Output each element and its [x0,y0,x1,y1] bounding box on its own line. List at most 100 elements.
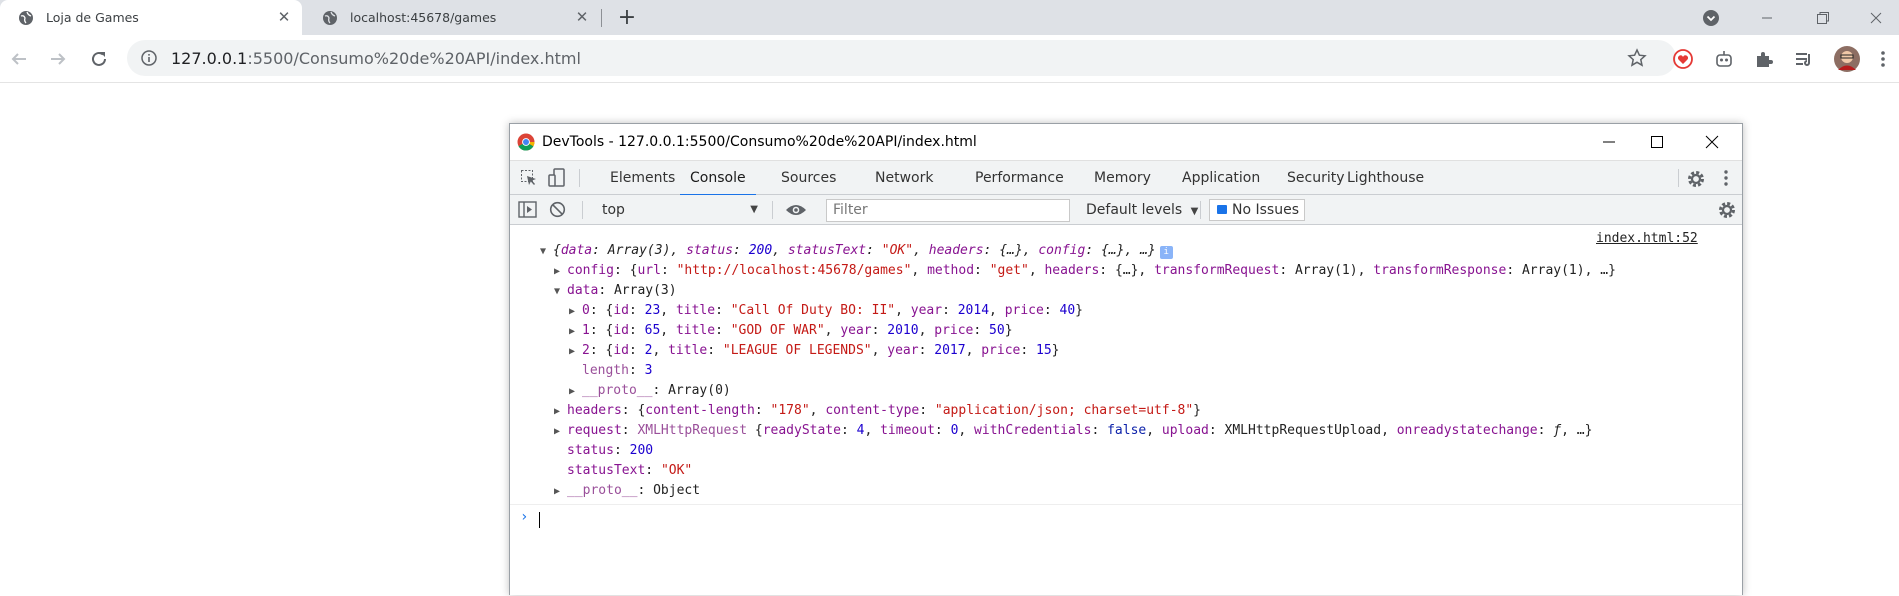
forward-arrow-icon[interactable] [46,47,70,71]
tab-separator [601,9,602,27]
expanded-triangle-icon[interactable]: ▼ [540,242,553,262]
address-bar[interactable]: 127.0.0.1:5500/Consumo%20de%20API/index.… [127,40,1676,76]
collapsed-triangle-icon[interactable]: ▶ [554,262,567,282]
tab-application[interactable]: Application [1182,161,1260,195]
close-tab-icon[interactable]: ✕ [276,9,292,25]
tab-console[interactable]: Console [680,161,756,196]
data-item-row[interactable]: ▶ 0: {id: 23, title: "Call Of Duty BO: II… [569,301,1083,321]
expanded-triangle-icon[interactable]: ▼ [554,282,567,302]
tab-security[interactable]: Security [1287,161,1345,195]
tab-elements[interactable]: Elements [610,161,675,195]
menu-kebab-icon[interactable] [1871,47,1895,71]
tab-network[interactable]: Network [875,161,933,195]
console-settings-gear-icon[interactable] [1717,200,1737,220]
restore-icon[interactable] [1800,0,1846,35]
sidebar-toggle-icon[interactable] [518,201,537,218]
dropdown-triangle-icon: ▼ [1190,206,1199,217]
info-icon[interactable] [141,50,157,66]
collapsed-triangle-icon[interactable]: ▶ [554,402,567,422]
url-path: :5500/Consumo%20de%20API/index.html [247,49,581,68]
issues-button[interactable]: No Issues [1209,199,1305,221]
url-host: 127.0.0.1 [171,49,248,68]
collapsed-triangle-icon[interactable]: ▶ [569,322,582,342]
data-item-row[interactable]: ▶ 2: {id: 2, title: "LEAGUE OF LEGENDS", … [569,341,1060,361]
profile-avatar[interactable] [1832,44,1862,74]
config-row[interactable]: ▶ config: {url: "http://localhost:45678/g… [554,261,1616,281]
log-levels-label: Default levels [1086,202,1183,218]
collapsed-triangle-icon[interactable]: ▶ [554,482,567,502]
console-output: index.html:52 ▼ {data: Array(3), status: … [510,225,1742,596]
browser-toolbar: 127.0.0.1:5500/Consumo%20de%20API/index.… [0,35,1899,83]
console-object-summary[interactable]: ▼ {data: Array(3), status: 200, statusTex… [540,241,1173,261]
collapsed-triangle-icon[interactable]: ▶ [569,342,582,362]
request-row[interactable]: ▶ request: XMLHttpRequest {readyState: 4,… [554,421,1592,441]
url-text: 127.0.0.1:5500/Consumo%20de%20API/index.… [171,49,581,68]
context-selector[interactable]: top ▼ [598,199,758,221]
toolbar-divider [582,201,583,219]
devtools-window: DevTools - 127.0.0.1:5500/Consumo%20de%2… [509,123,1743,595]
collapsed-triangle-icon[interactable]: ▶ [569,382,582,402]
issues-chat-icon [1217,205,1227,214]
context-value: top [602,202,625,218]
tab-sources[interactable]: Sources [781,161,836,195]
inspect-element-icon[interactable] [520,169,538,187]
reading-list-icon[interactable] [1792,47,1816,71]
toolbar-divider [579,169,580,187]
dropdown-triangle-icon: ▼ [750,204,758,215]
headers-row[interactable]: ▶ headers: {content-length: "178", conten… [554,401,1201,421]
devtools-maximize-icon[interactable] [1628,124,1686,160]
tab-title: localhost:45678/games [350,10,497,25]
tab-lighthouse[interactable]: Lighthouse [1347,161,1424,195]
devtools-title: DevTools - 127.0.0.1:5500/Consumo%20de%2… [542,134,977,150]
back-arrow-icon[interactable] [7,47,31,71]
tab-strip: Loja de Games ✕ localhost:45678/games ✕ … [0,0,1899,35]
live-expression-eye-icon[interactable] [785,203,807,217]
prompt-chevron-icon: › [520,509,529,525]
window-close-icon[interactable] [1853,0,1899,35]
text-caret [539,512,540,528]
toolbar-divider [1678,169,1679,187]
chrome-logo-icon [517,133,535,151]
devtools-menu-kebab-icon[interactable] [1723,169,1729,187]
globe-icon [19,10,33,25]
device-toolbar-icon[interactable] [548,168,566,188]
tab-localhost-games[interactable]: localhost:45678/games ✕ [304,0,600,35]
tab-title: Loja de Games [46,10,139,25]
collapsed-triangle-icon[interactable]: ▶ [554,422,567,442]
info-badge-icon: i [1159,246,1173,259]
close-tab-icon[interactable]: ✕ [574,9,590,25]
globe-icon [323,10,337,25]
proto-row[interactable]: ▶ __proto__: Object [554,481,700,501]
extension-heart-icon[interactable] [1671,47,1695,71]
source-link[interactable]: index.html:52 [1596,231,1698,246]
extensions-puzzle-icon[interactable] [1752,47,1776,71]
statustext-row: statusText: "OK" [567,463,693,478]
log-levels-dropdown[interactable]: Default levels ▼ [1086,199,1198,221]
devtools-tabbar: Elements Console Sources Network Perform… [510,160,1742,196]
data-proto-row[interactable]: ▶ __proto__: Array(0) [569,381,731,401]
new-tab-plus-icon[interactable]: + [616,7,638,29]
tab-memory[interactable]: Memory [1094,161,1151,195]
data-row[interactable]: ▼ data: Array(3) [554,281,677,301]
extension-robot-icon[interactable] [1712,47,1736,71]
data-item-row[interactable]: ▶ 1: {id: 65, title: "GOD OF WAR", year: … [569,321,1013,341]
status-row: status: 200 [567,443,654,458]
issues-label: No Issues [1232,202,1299,218]
console-toolbar: top ▼ Filter Default levels ▼ No Issues [510,195,1742,225]
tab-loja-de-games[interactable]: Loja de Games ✕ [0,0,302,35]
minimize-icon[interactable] [1744,0,1790,35]
console-filter-input[interactable]: Filter [826,199,1070,222]
collapsed-triangle-icon[interactable]: ▶ [569,302,582,322]
toolbar-divider [772,201,773,219]
tab-search-icon[interactable] [1688,0,1734,35]
settings-gear-icon[interactable] [1686,169,1706,189]
length-row: length: 3 [582,363,653,378]
devtools-titlebar: DevTools - 127.0.0.1:5500/Consumo%20de%2… [510,124,1742,160]
console-prompt[interactable]: › [510,504,1742,532]
clear-console-icon[interactable] [549,201,566,218]
toolbar-divider [1200,201,1201,219]
reload-icon[interactable] [87,47,111,71]
tab-performance[interactable]: Performance [975,161,1064,195]
devtools-close-icon[interactable] [1683,124,1741,160]
bookmark-star-icon[interactable] [1627,48,1647,68]
